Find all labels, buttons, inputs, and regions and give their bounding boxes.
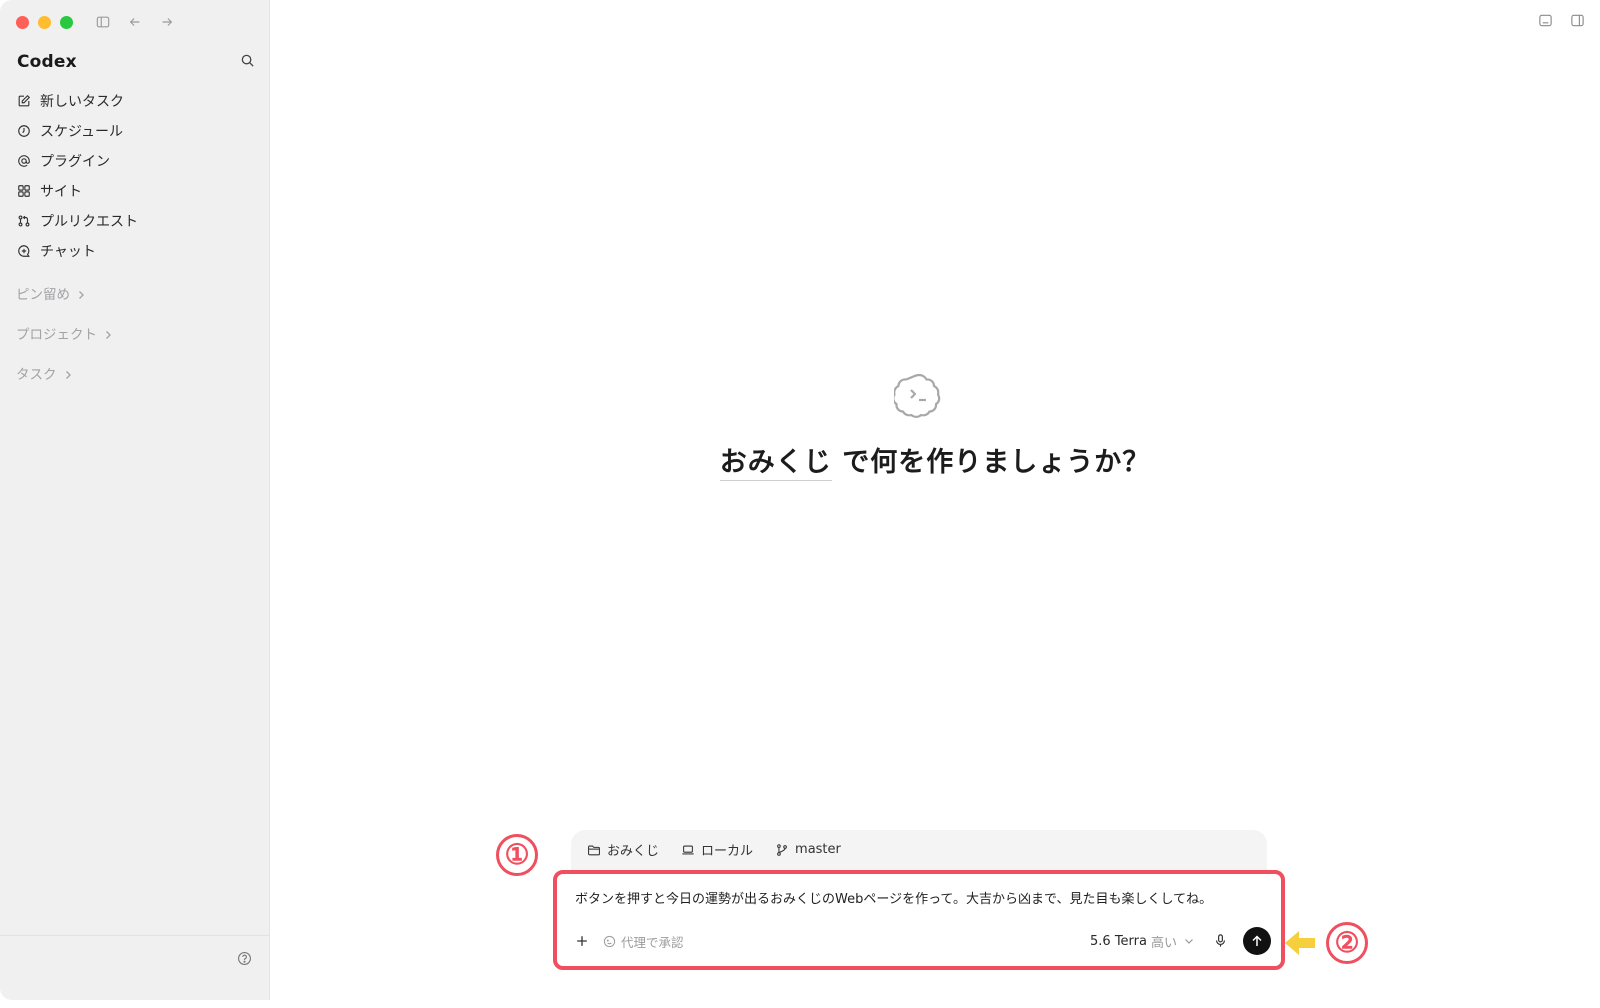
section-label: ピン留め (16, 287, 70, 303)
model-selector[interactable]: 5.6 Terra 高い (1090, 932, 1195, 951)
window-toolbar-right (1538, 13, 1586, 29)
sidebar-nav: 新しいタスク スケジュール プラグイン サイト プルリクエスト チャット (8, 86, 261, 266)
send-button[interactable] (1243, 927, 1271, 955)
sidebar-item-label: プルリクエスト (40, 214, 138, 230)
project-name-link[interactable]: おみくじ (719, 447, 832, 481)
chat-plus-icon (16, 244, 31, 259)
grid-icon (16, 184, 31, 199)
clock-icon (16, 124, 31, 139)
chevron-right-icon (76, 288, 86, 299)
window-controls (16, 16, 73, 29)
close-window-button[interactable] (16, 16, 29, 29)
sidebar-footer (0, 935, 269, 1000)
section-pinned[interactable]: ピン留め (16, 283, 86, 303)
side-panel-icon[interactable] (1570, 13, 1586, 29)
environment-selector[interactable]: ローカル (681, 840, 753, 859)
zoom-window-button[interactable] (60, 16, 73, 29)
git-branch-icon (775, 843, 789, 857)
sidebar-item-label: チャット (40, 244, 96, 260)
approval-mode-selector[interactable]: 代理で承認 (603, 932, 684, 951)
sidebar-item-label: サイト (40, 184, 82, 200)
codex-cloud-icon (892, 370, 944, 420)
main-panel: おみくじ で何を作りましょうか？ おみくじ ローカル master ボタンを押す… (270, 0, 1600, 1000)
edit-icon (16, 94, 31, 109)
reasoning-effort: 高い (1150, 935, 1177, 951)
forward-arrow-icon[interactable] (158, 13, 176, 31)
section-label: プロジェクト (16, 327, 97, 343)
branch-label: master (795, 842, 841, 857)
terminal-panel-icon[interactable] (1538, 13, 1554, 29)
microphone-icon[interactable] (1213, 933, 1229, 949)
model-name: 5.6 Terra (1090, 933, 1147, 949)
sidebar-item-label: 新しいタスク (40, 94, 124, 110)
annotation-arrow-icon (1285, 931, 1315, 955)
help-icon[interactable] (237, 951, 253, 967)
sidebar-item-sites[interactable]: サイト (8, 176, 261, 206)
chevron-right-icon (103, 328, 113, 339)
minimize-window-button[interactable] (38, 16, 51, 29)
composer-highlight: ボタンを押すと今日の運勢が出るおみくじのWebページを作って。大吉から凶まで、見… (553, 870, 1285, 970)
environment-label: ローカル (701, 844, 754, 859)
chevron-down-icon (1183, 935, 1195, 947)
branch-selector[interactable]: master (775, 840, 841, 859)
section-tasks[interactable]: タスク (16, 363, 73, 383)
pull-request-icon (16, 214, 31, 229)
sidebar-item-plugins[interactable]: プラグイン (8, 146, 261, 176)
folder-label: おみくじ (607, 844, 660, 859)
section-label: タスク (16, 367, 57, 383)
sidebar-item-pull-requests[interactable]: プルリクエスト (8, 206, 261, 236)
sidebar-item-chat[interactable]: チャット (8, 236, 261, 266)
sidebar-item-schedule[interactable]: スケジュール (8, 116, 261, 146)
annotation-step-1: ① (496, 834, 538, 876)
search-icon[interactable] (240, 53, 256, 69)
agent-face-icon (603, 935, 616, 948)
back-arrow-icon[interactable] (126, 13, 144, 31)
prompt-input[interactable]: ボタンを押すと今日の運勢が出るおみくじのWebページを作って。大吉から凶まで、見… (575, 888, 1212, 907)
chevron-right-icon (63, 368, 73, 379)
app-window: Codex 新しいタスク スケジュール プラグイン サイト プルリクエスト チャ… (0, 0, 1600, 1000)
laptop-icon (681, 843, 695, 857)
folder-icon (587, 843, 601, 857)
sidebar-toggle-icon[interactable] (94, 13, 112, 31)
sidebar-item-label: プラグイン (40, 154, 110, 170)
hero-question: で何を作りましょうか？ (831, 447, 1151, 478)
composer-toolbar: 代理で承認 5.6 Terra 高い (571, 926, 1271, 956)
annotation-step-2: ② (1326, 922, 1368, 964)
hero-heading: おみくじ で何を作りましょうか？ (270, 440, 1600, 481)
at-sign-icon (16, 154, 31, 169)
sidebar: Codex 新しいタスク スケジュール プラグイン サイト プルリクエスト チャ… (0, 0, 270, 1000)
app-title: Codex (17, 52, 77, 72)
sidebar-item-label: スケジュール (40, 124, 124, 140)
approval-label: 代理で承認 (621, 934, 684, 950)
add-attachment-button[interactable] (571, 930, 593, 952)
toolbar (94, 13, 176, 31)
composer: ボタンを押すと今日の運勢が出るおみくじのWebページを作って。大吉から凶まで、見… (561, 876, 1277, 962)
section-projects[interactable]: プロジェクト (16, 323, 113, 343)
sidebar-item-new-task[interactable]: 新しいタスク (8, 86, 261, 116)
project-folder-selector[interactable]: おみくじ (587, 840, 659, 859)
